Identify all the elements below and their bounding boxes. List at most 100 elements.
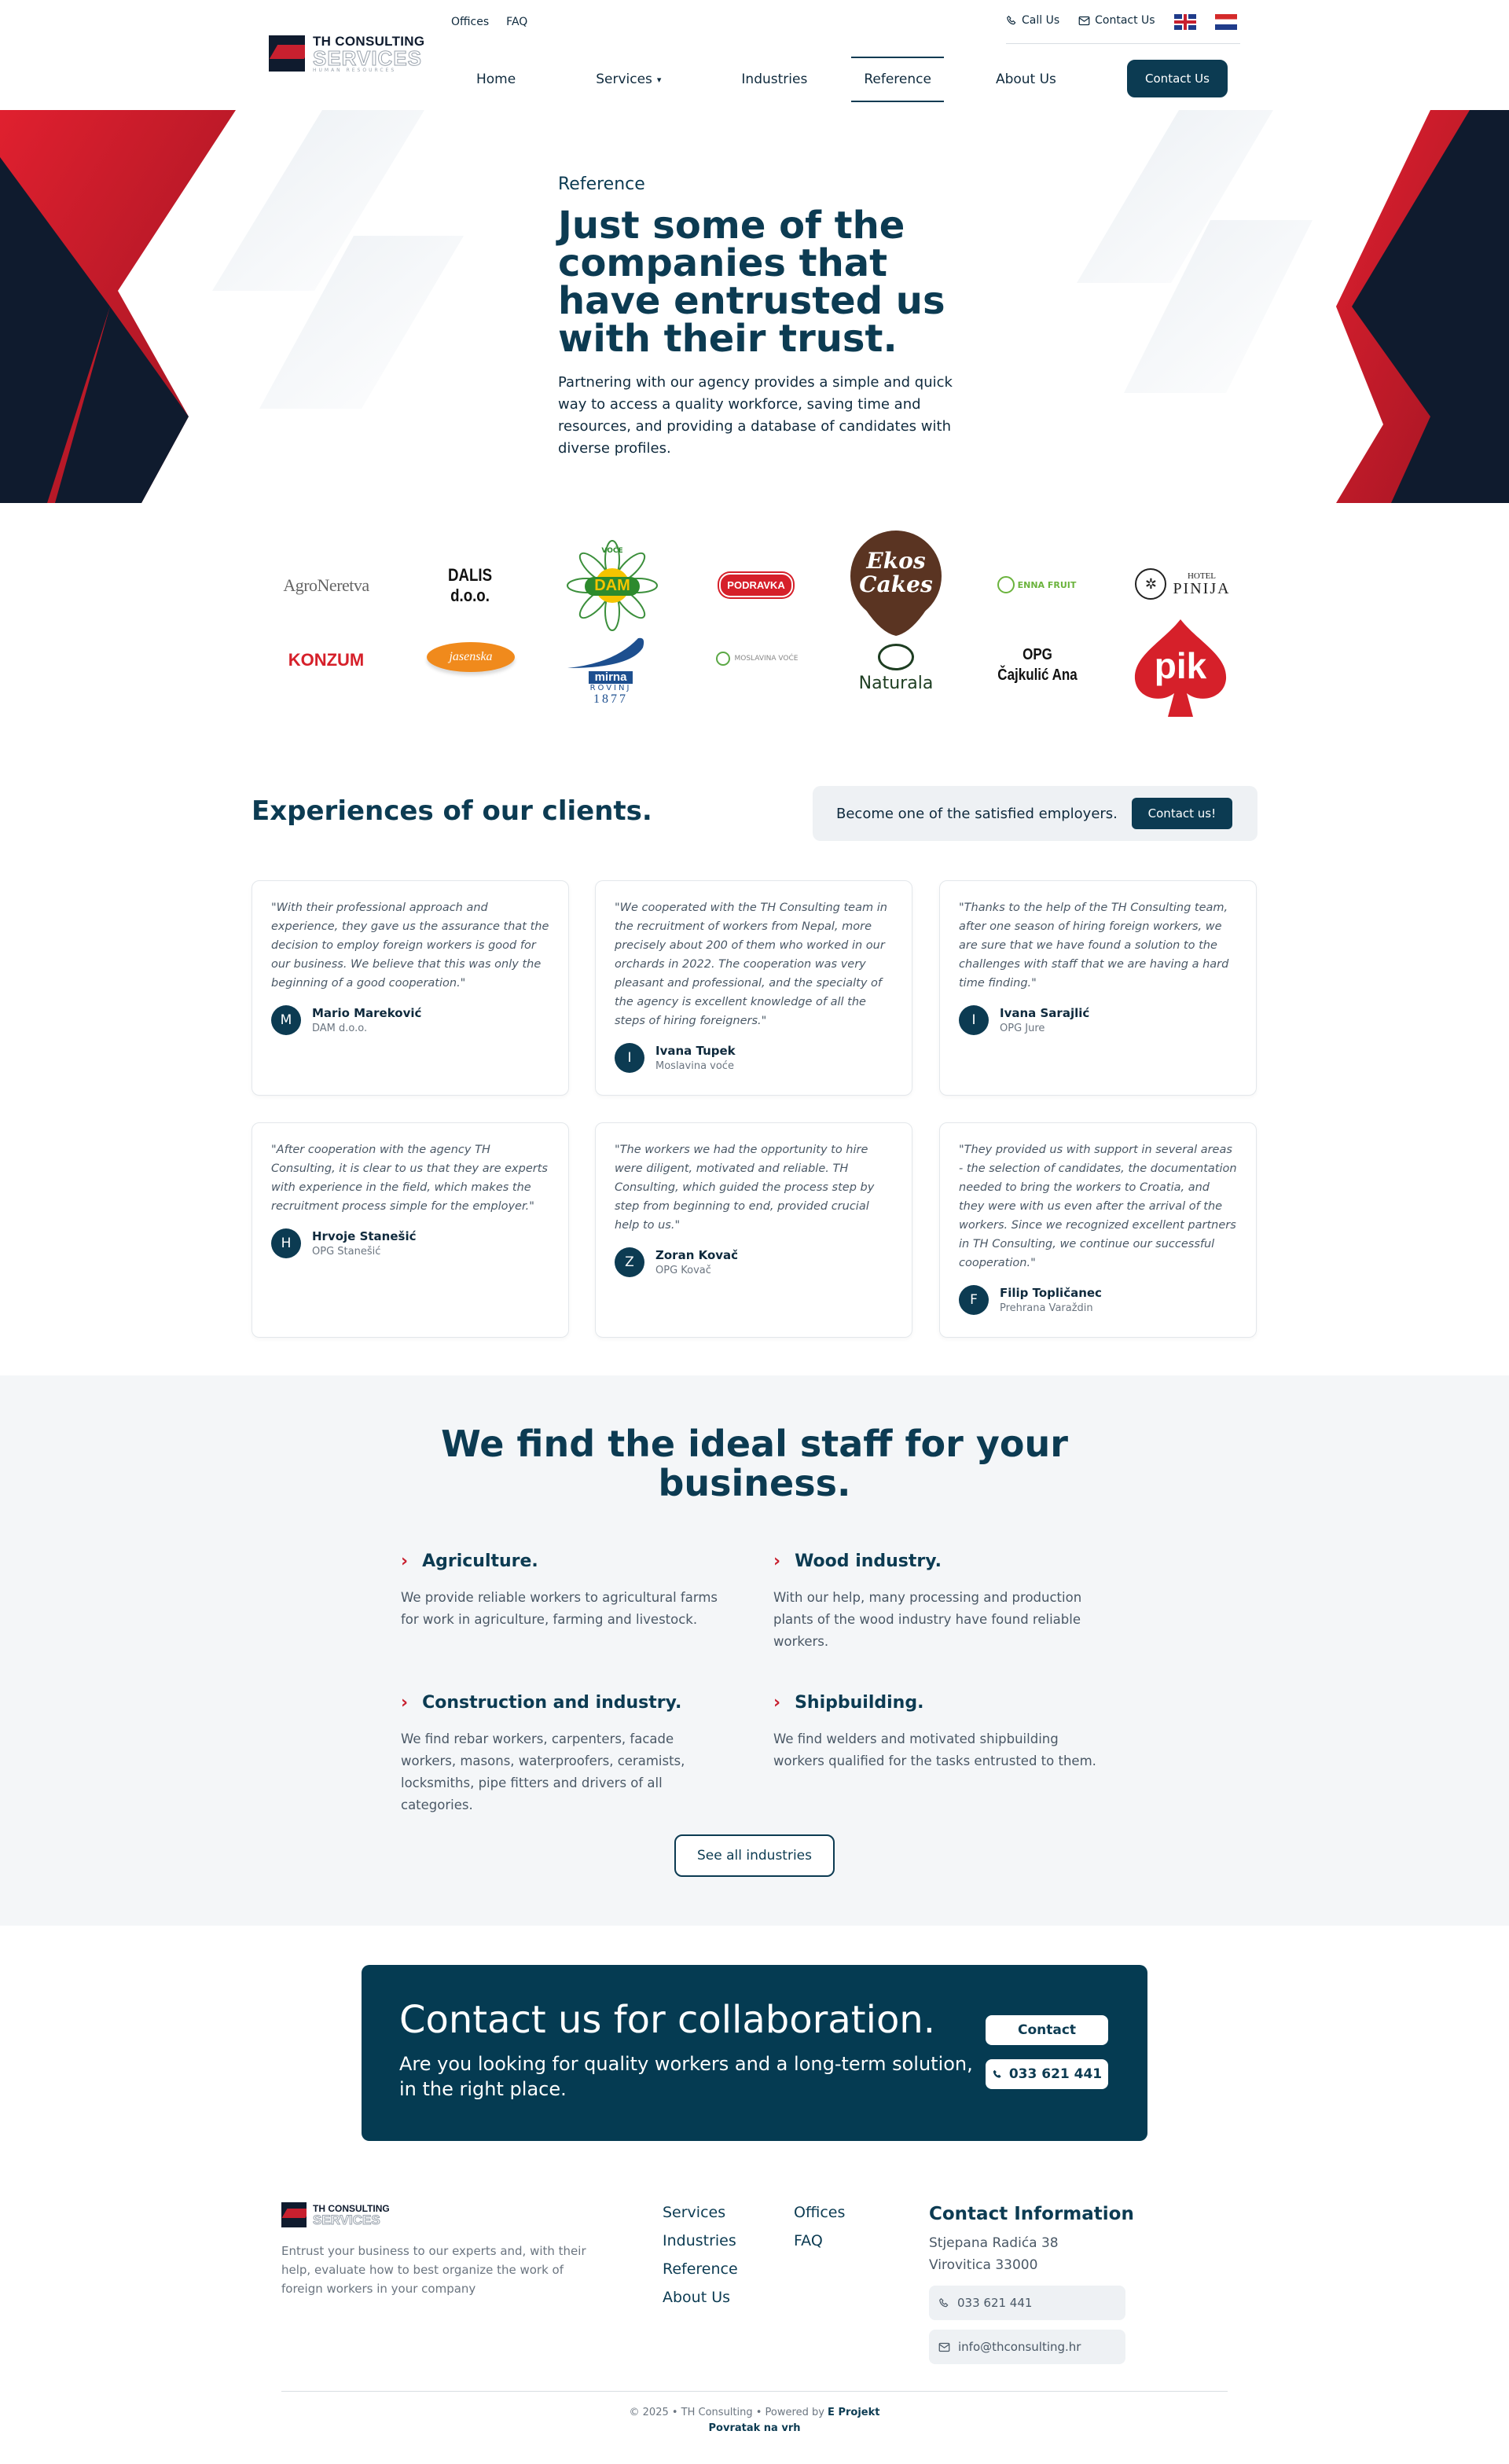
testimonial-card: "Thanks to the help of the TH Consulting… [939,880,1257,1096]
nav-reference[interactable]: Reference [851,57,944,102]
uk-flag-icon[interactable] [1173,14,1196,30]
top-link-faq[interactable]: FAQ [506,16,527,28]
nav-services-label: Services [596,72,652,87]
top-link-offices[interactable]: Offices [451,16,489,28]
testimonial-quote: "They provided us with support in severa… [959,1144,1237,1269]
testimonial-quote: "We cooperated with the TH Consulting te… [615,902,887,1027]
industry-title: Construction and industry. [422,1693,682,1713]
footer-links-secondary: Offices FAQ [794,2204,845,2249]
employer-cta-text: Become one of the satisfied employers. [836,805,1118,822]
hero-kicker: Reference [558,174,645,194]
footer-link-reference[interactable]: Reference [663,2260,738,2278]
collaboration-title: Contact us for collaboration. [399,1998,935,2042]
nav-contact-button[interactable]: Contact Us [1127,60,1228,97]
nav-home-label: Home [476,72,516,87]
copyright: © 2025 • TH Consulting • Powered by E Pr… [0,2405,1509,2436]
footer-links-main: Services Industries Reference About Us [663,2204,738,2306]
croatia-flag-icon[interactable] [1214,14,1237,30]
logo-dam-top: VOĆE [601,547,623,555]
avatar: I [959,1005,989,1035]
testimonial-card: "With their professional approach and ex… [252,880,569,1096]
nav-home[interactable]: Home [464,57,528,102]
footer-email[interactable]: info@thconsulting.hr [929,2330,1125,2364]
testimonial-card: "The workers we had the opportunity to h… [595,1122,912,1338]
author-company: OPG Kovač [655,1265,711,1276]
footer-phone[interactable]: 033 621 441 [929,2286,1125,2320]
hero-description: Partnering with our agency provides a si… [558,374,953,457]
logo-moslavina: MOSLAVINA VOĆE [706,644,808,673]
footer-link-offices[interactable]: Offices [794,2204,845,2221]
logo-agroneretva: AgroNeretva [275,566,377,605]
back-to-top-link[interactable]: Povratak na vrh [709,2422,801,2434]
industry-title: Agriculture. [422,1551,538,1571]
footer-link-about[interactable]: About Us [663,2289,738,2306]
main-nav: Home Services ▾ Industries Reference Abou… [464,57,1069,102]
company-logo[interactable]: TH CONSULTING SERVICES HUMAN RESOURCES [269,35,429,72]
logo-dam-text: DAM [594,577,630,594]
nav-services[interactable]: Services ▾ [583,57,674,102]
logo-mirna-text: mirna [588,671,633,684]
copyright-text: © 2025 • TH Consulting • Powered by [629,2407,824,2418]
logo-mirna-year: 1877 [593,692,628,706]
nav-about[interactable]: About Us [983,57,1069,102]
logo-podravka: PODRAVKA [717,571,795,599]
collaboration-banner: Contact us for collaboration. Are you lo… [362,1965,1147,2141]
contact-us-link[interactable]: Contact Us [1078,14,1155,27]
industry-item: › Shipbuilding. We find welders and motiv… [773,1693,1103,1772]
author-company: OPG Stanešić [312,1246,381,1258]
see-all-industries-button[interactable]: See all industries [674,1834,835,1877]
collaboration-text: Are you looking for quality workers and … [399,2053,973,2100]
avatar: I [615,1043,644,1073]
testimonial-card: "After cooperation with the agency TH Co… [252,1122,569,1338]
author-name: Filip Topličanec [1000,1286,1102,1300]
footer-link-faq[interactable]: FAQ [794,2232,845,2249]
call-us-link[interactable]: Call Us [1006,14,1059,27]
hero-title: Just some of the companies that have ent… [558,204,945,361]
nav-industries-label: Industries [741,72,808,87]
avatar: M [271,1005,301,1035]
logo-hotel-pinija: ✲ HOTEL PINIJA [1132,564,1234,604]
avatar: F [959,1285,989,1315]
testimonial-quote: "The workers we had the opportunity to h… [615,1144,875,1232]
footer-link-industries[interactable]: Industries [663,2232,738,2249]
naturala-emblem-icon [878,643,914,670]
logo-line2: SERVICES [312,46,423,70]
phone-icon [1007,15,1016,25]
contact-info-title: Contact Information [929,2204,1134,2224]
logo-dam: DAM VOĆE [564,538,660,633]
testimonial-quote: "After cooperation with the agency TH Co… [271,1144,548,1213]
industry-title: Wood industry. [795,1551,942,1571]
industries-section: We find the ideal staff for your busines… [0,1375,1509,1926]
author-name: Mario Mareković [312,1006,422,1020]
pine-emblem-icon: ✲ [1135,568,1167,600]
mail-icon [938,2342,950,2352]
phone-button[interactable]: 033 621 441 [986,2059,1108,2089]
footer-logo[interactable]: TH CONSULTING SERVICES [281,2202,390,2227]
testimonial-quote: "With their professional approach and ex… [271,902,549,990]
logo-opg-text: OPG [1023,646,1052,663]
logo-jasenska-text: jasenska [427,642,515,672]
logo-ekos-text: Ekos Cakes [859,548,933,597]
nav-industries[interactable]: Industries [729,57,820,102]
contact-us-label: Contact Us [1095,14,1155,27]
powered-by-link[interactable]: E Projekt [828,2407,879,2418]
footer-link-services[interactable]: Services [663,2204,738,2221]
logo-konzum: KONZUM [275,643,377,678]
industry-item: › Agriculture. We provide reliable worker… [401,1551,731,1631]
testimonial-card: "We cooperated with the TH Consulting te… [595,880,912,1096]
apple-icon [997,576,1015,593]
contact-us-button[interactable]: Contact us! [1131,798,1232,829]
mail-icon [1078,16,1090,25]
footer-phone-text: 033 621 441 [957,2296,1033,2310]
logo-line3: HUMAN RESOURCES [313,67,397,73]
utility-bar: Call Us Contact Us [1006,14,1240,44]
logo-konzum-text: KONZUM [288,650,365,670]
author-name: Ivana Sarajlić [1000,1006,1090,1020]
logo-agroneretva-text: AgroNeretva [283,575,369,595]
logo-naturala-text: Naturala [858,673,934,693]
phone-icon [993,2069,1001,2078]
footer-description: Entrust your business to our experts and… [281,2244,586,2296]
chevron-down-icon: ▾ [656,74,662,85]
contact-button[interactable]: Contact [986,2015,1108,2045]
author-name: Hrvoje Stanešić [312,1229,417,1243]
